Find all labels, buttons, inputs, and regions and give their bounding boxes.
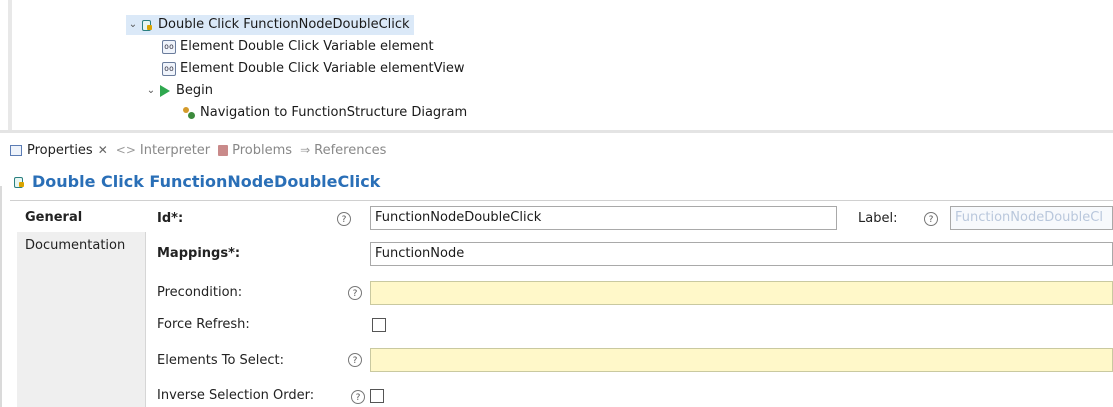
- variable-icon: oo: [162, 62, 176, 76]
- id-field[interactable]: FunctionNodeDoubleClick: [370, 206, 837, 230]
- mappings-field[interactable]: FunctionNode: [370, 242, 1113, 266]
- elements-to-select-field[interactable]: [370, 348, 1113, 372]
- help-icon[interactable]: ?: [348, 286, 362, 300]
- model-tree: ⌄ Double Click FunctionNodeDoubleClick o…: [0, 0, 1113, 130]
- elements-to-select-label: Elements To Select:: [157, 353, 285, 368]
- tool-icon: [12, 175, 26, 189]
- variable-icon: oo: [162, 40, 176, 54]
- help-icon[interactable]: ?: [924, 212, 938, 226]
- property-sections: General Documentation: [17, 204, 146, 407]
- tree-gutter: [8, 0, 12, 130]
- tab-properties[interactable]: Properties ✕: [10, 143, 108, 158]
- precondition-label: Precondition:: [157, 285, 243, 300]
- tab-label: Problems: [232, 142, 293, 158]
- precondition-field[interactable]: [370, 281, 1113, 305]
- arrow-right-icon: ⇒: [300, 143, 311, 157]
- left-edge-border: [0, 186, 2, 407]
- tree-item-label: Element Double Click Variable elementVie…: [180, 61, 465, 76]
- tree-item-variable-elementview[interactable]: oo Element Double Click Variable element…: [162, 59, 464, 79]
- navigation-icon: [182, 106, 196, 120]
- tree-item-label: Element Double Click Variable element: [180, 39, 434, 54]
- play-icon: [160, 85, 170, 97]
- tab-problems[interactable]: Problems: [218, 143, 292, 158]
- force-refresh-checkbox[interactable]: [372, 318, 386, 332]
- properties-icon: [10, 144, 22, 156]
- force-refresh-label: Force Refresh:: [157, 317, 250, 332]
- chevron-down-icon[interactable]: ⌄: [126, 15, 140, 35]
- code-brackets-icon: <>: [115, 143, 136, 157]
- close-icon[interactable]: ✕: [98, 143, 108, 157]
- section-tab-documentation[interactable]: Documentation: [17, 232, 145, 260]
- tree-item-double-click[interactable]: ⌄ Double Click FunctionNodeDoubleClick: [126, 15, 414, 35]
- inverse-selection-order-checkbox[interactable]: [370, 389, 384, 403]
- properties-title: Double Click FunctionNodeDoubleClick: [12, 168, 380, 196]
- tab-label: Interpreter: [139, 142, 211, 158]
- section-tab-general[interactable]: General: [17, 204, 146, 232]
- chevron-down-icon[interactable]: ⌄: [144, 81, 158, 101]
- view-tabs: Properties ✕ <> Interpreter Problems ⇒ R…: [10, 136, 394, 164]
- label-field[interactable]: FunctionNodeDoubleCl: [950, 206, 1113, 230]
- label-label: Label:: [858, 211, 898, 226]
- tree-item-variable-element[interactable]: oo Element Double Click Variable element: [162, 37, 434, 57]
- tab-label: References: [314, 142, 387, 158]
- tab-interpreter[interactable]: <> Interpreter: [116, 143, 210, 158]
- tool-icon: [140, 18, 154, 32]
- inverse-selection-order-label: Inverse Selection Order:: [157, 388, 315, 403]
- tree-item-label: Navigation to FunctionStructure Diagram: [200, 105, 468, 120]
- tab-label: Properties: [27, 142, 93, 158]
- id-label: Id*:: [157, 211, 184, 226]
- help-icon[interactable]: ?: [337, 212, 351, 226]
- help-icon[interactable]: ?: [351, 390, 365, 404]
- help-icon[interactable]: ?: [348, 353, 362, 367]
- view-sash[interactable]: [0, 130, 1113, 133]
- tree-item-label: Begin: [176, 83, 214, 98]
- tree-item-label: Double Click FunctionNodeDoubleClick: [158, 17, 410, 32]
- page-title: Double Click FunctionNodeDoubleClick: [32, 172, 381, 191]
- tree-item-begin[interactable]: ⌄ Begin: [144, 81, 213, 101]
- tab-references[interactable]: ⇒ References: [300, 143, 386, 158]
- title-divider: [10, 200, 1113, 201]
- problems-icon: [218, 144, 229, 156]
- mappings-label: Mappings*:: [157, 246, 241, 261]
- tree-item-navigation[interactable]: Navigation to FunctionStructure Diagram: [182, 103, 467, 123]
